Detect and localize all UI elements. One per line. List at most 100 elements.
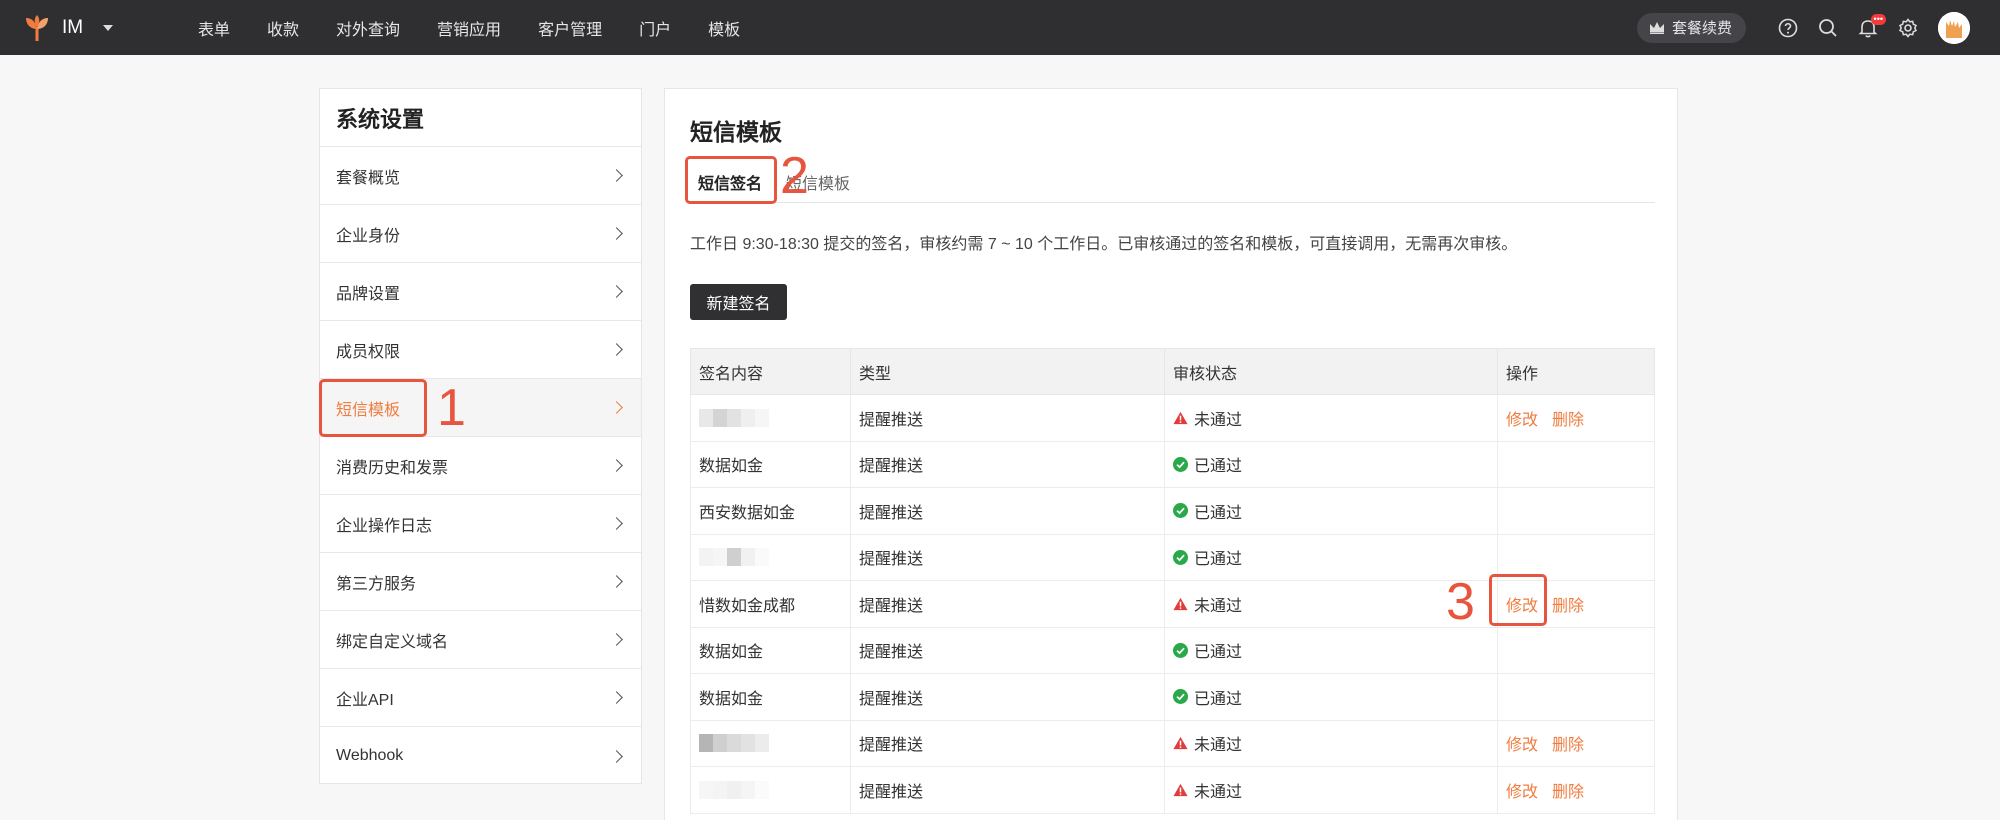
actions-cell: [1497, 673, 1655, 721]
status-badge: 已通过: [1173, 545, 1497, 569]
renew-plan-button[interactable]: 套餐续费: [1636, 12, 1746, 43]
actions-cell: [1497, 487, 1655, 535]
nav-item-templates[interactable]: 模板: [708, 16, 740, 40]
sidebar-item-third-party[interactable]: 第三方服务: [320, 553, 641, 611]
annotation-number-1: 1: [437, 379, 466, 437]
status-text: 已通过: [1194, 458, 1243, 476]
review-status-cell: 未通过: [1164, 719, 1498, 767]
search-icon[interactable]: [1808, 8, 1848, 48]
sidebar-item-label: 企业API: [336, 691, 394, 709]
signature-content: 数据如金: [699, 690, 764, 708]
actions-cell: [1497, 626, 1655, 674]
sidebar-item-operation-log[interactable]: 企业操作日志: [320, 495, 641, 553]
sidebar-item-brand-settings[interactable]: 品牌设置: [320, 263, 641, 321]
sidebar-item-label: Webhook: [336, 747, 404, 764]
status-text: 已通过: [1194, 690, 1243, 708]
actions-cell: 修改 删除: [1497, 719, 1655, 767]
chevron-right-icon: [610, 633, 623, 646]
notification-bell-icon[interactable]: •••: [1848, 8, 1888, 48]
redacted-content: [699, 734, 850, 753]
chevron-right-icon: [610, 575, 623, 588]
avatar[interactable]: [1938, 11, 1970, 44]
warning-icon: [1173, 783, 1188, 796]
brand[interactable]: IM: [22, 13, 172, 43]
sidebar-item-member-permissions[interactable]: 成员权限: [320, 321, 641, 379]
edit-link[interactable]: 修改: [1506, 737, 1538, 754]
sidebar-item-plan-overview[interactable]: 套餐概览: [320, 147, 641, 205]
review-status-cell: 未通过: [1164, 394, 1498, 442]
annotation-box-1: [319, 379, 427, 437]
status-text: 已通过: [1194, 644, 1243, 662]
nav-item-public-query[interactable]: 对外查询: [336, 16, 400, 40]
signature-type: 提醒推送: [850, 766, 1165, 814]
sidebar-item-label: 绑定自定义域名: [336, 633, 449, 651]
status-badge: 未通过: [1173, 778, 1497, 802]
nav-item-marketing[interactable]: 营销应用: [437, 16, 501, 40]
redacted-content: [699, 408, 850, 427]
status-badge: 已通过: [1173, 452, 1497, 476]
sidebar-item-label: 第三方服务: [336, 575, 417, 593]
new-signature-button[interactable]: 新建签名: [690, 284, 787, 320]
column-header-type: 类型: [850, 348, 1165, 395]
renew-plan-label: 套餐续费: [1671, 20, 1732, 37]
notification-badge: •••: [1870, 13, 1886, 25]
signature-type: 提醒推送: [850, 626, 1165, 674]
nav-item-portal[interactable]: 门户: [639, 16, 671, 40]
signature-content-cell: [690, 394, 851, 442]
table-row: 提醒推送 未通过 修改 删除: [690, 394, 1655, 442]
sidebar-item-enterprise-identity[interactable]: 企业身份: [320, 205, 641, 263]
column-header-status: 审核状态: [1164, 348, 1498, 395]
table-row: 数据如金 提醒推送 已通过: [690, 440, 1655, 488]
check-circle-icon: [1173, 456, 1188, 472]
sidebar-item-billing-history[interactable]: 消费历史和发票: [320, 437, 641, 495]
delete-link[interactable]: 删除: [1552, 598, 1584, 615]
review-status-cell: 未通过: [1164, 766, 1498, 814]
status-text: 未通过: [1194, 411, 1243, 429]
status-badge: 已通过: [1173, 638, 1497, 662]
sidebar-item-webhook[interactable]: Webhook: [320, 727, 641, 785]
status-text: 已通过: [1194, 551, 1243, 569]
column-header-actions: 操作: [1497, 348, 1655, 395]
signature-content-cell: 数据如金: [690, 673, 851, 721]
sidebar-item-label: 品牌设置: [336, 285, 401, 303]
delete-link[interactable]: 删除: [1552, 412, 1584, 429]
help-icon[interactable]: [1768, 8, 1808, 48]
sidebar-item-custom-domain[interactable]: 绑定自定义域名: [320, 611, 641, 669]
nav-item-customers[interactable]: 客户管理: [538, 16, 602, 40]
nav-item-payments[interactable]: 收款: [267, 16, 299, 40]
sidebar-item-label: 成员权限: [336, 343, 401, 361]
warning-icon: [1173, 597, 1188, 610]
gear-icon[interactable]: [1888, 8, 1928, 48]
chevron-right-icon: [610, 459, 623, 472]
status-text: 已通过: [1194, 504, 1243, 522]
signature-type: 提醒推送: [850, 394, 1165, 442]
chevron-right-icon: [610, 343, 623, 356]
chevron-right-icon: [610, 401, 623, 414]
warning-icon: [1173, 411, 1188, 424]
delete-link[interactable]: 删除: [1552, 784, 1584, 801]
nav-item-forms[interactable]: 表单: [198, 16, 230, 40]
edit-link[interactable]: 修改: [1506, 784, 1538, 801]
warning-icon: [1173, 737, 1188, 750]
main-nav: 表单 收款 对外查询 营销应用 客户管理 门户 模板: [198, 16, 777, 40]
table-row: 提醒推送 未通过 修改 删除: [690, 719, 1655, 767]
review-status-cell: 已通过: [1164, 673, 1498, 721]
chevron-right-icon: [610, 691, 623, 704]
status-badge: 已通过: [1173, 685, 1497, 709]
review-notice: 工作日 9:30-18:30 提交的签名，审核约需 7 ~ 10 个工作日。已审…: [690, 236, 1518, 253]
brand-name: IM: [62, 16, 84, 38]
sidebar-item-label: 消费历史和发票: [336, 459, 449, 477]
main-panel: 短信模板 短信签名 短信模板 工作日 9:30-18:30 提交的签名，审核约需…: [664, 88, 1678, 820]
signature-type: 提醒推送: [850, 673, 1165, 721]
check-circle-icon: [1173, 549, 1188, 565]
column-header-content: 签名内容: [690, 348, 851, 395]
signature-content-cell: 数据如金: [690, 626, 851, 674]
status-badge: 未通过: [1173, 406, 1497, 430]
status-text: 未通过: [1194, 783, 1243, 801]
signature-content: 惜数如金成都: [699, 597, 796, 615]
edit-link[interactable]: 修改: [1506, 412, 1538, 429]
status-text: 未通过: [1194, 737, 1243, 755]
delete-link[interactable]: 删除: [1552, 737, 1584, 754]
sidebar-item-api[interactable]: 企业API: [320, 669, 641, 727]
annotation-number-3: 3: [1446, 573, 1475, 631]
